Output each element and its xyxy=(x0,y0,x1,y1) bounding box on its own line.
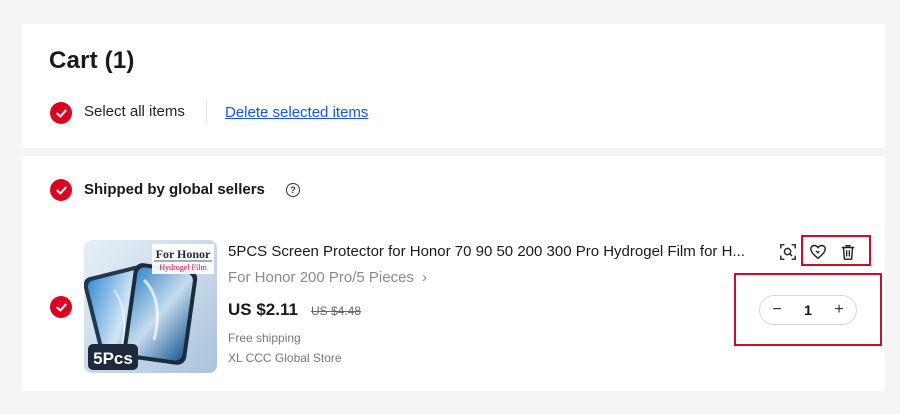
divider xyxy=(206,101,207,125)
seller-group-card: Shipped by global sellers ? For Honor Hy… xyxy=(22,156,885,391)
seller-group-label: Shipped by global sellers xyxy=(84,181,265,198)
check-icon xyxy=(55,109,67,117)
original-price: US $4.48 xyxy=(311,304,362,318)
quantity-value[interactable]: 1 xyxy=(804,302,812,318)
current-price: US $2.11 xyxy=(228,300,298,319)
product-title[interactable]: 5PCS Screen Protector for Honor 70 90 50… xyxy=(228,243,768,260)
shipping-info: Free shipping xyxy=(228,331,301,345)
decrease-quantity-button[interactable]: − xyxy=(768,301,786,319)
thumb-count-text: 5Pcs xyxy=(93,349,133,368)
check-icon xyxy=(55,303,67,311)
chevron-right-icon: › xyxy=(421,269,427,286)
item-checkbox[interactable] xyxy=(50,296,72,318)
select-all-label[interactable]: Select all items xyxy=(84,103,185,120)
cart-header-card: Cart (1) Select all items Delete selecte… xyxy=(22,24,885,148)
find-similar-icon[interactable] xyxy=(777,241,799,263)
seller-group-checkbox[interactable] xyxy=(50,179,72,201)
select-all-checkbox[interactable] xyxy=(50,102,72,124)
quantity-stepper[interactable]: − 1 + xyxy=(759,295,857,325)
thumb-brand-text: For Honor xyxy=(156,247,211,261)
store-name[interactable]: XL CCC Global Store xyxy=(228,351,342,365)
product-thumbnail[interactable]: For Honor Hydrogel Film 5Pcs xyxy=(84,240,217,373)
help-icon[interactable]: ? xyxy=(286,183,300,197)
check-icon xyxy=(55,186,67,194)
variant-label: For Honor 200 Pro/5 Pieces xyxy=(228,269,414,286)
page-title: Cart (1) xyxy=(49,47,135,74)
thumb-sub-text: Hydrogel Film xyxy=(159,263,207,272)
increase-quantity-button[interactable]: + xyxy=(830,301,848,319)
highlight-box-actions xyxy=(801,235,871,266)
variant-selector[interactable]: For Honor 200 Pro/5 Pieces › xyxy=(228,269,427,286)
delete-selected-link[interactable]: Delete selected items xyxy=(225,104,368,121)
